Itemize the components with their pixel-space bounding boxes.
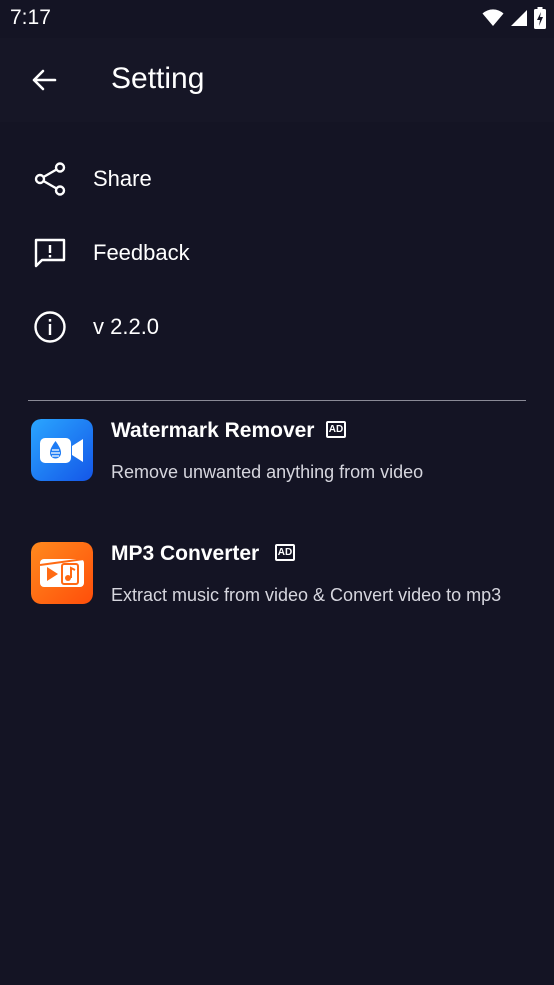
menu-item-label: Share <box>93 166 152 191</box>
promo-title: Watermark Remover <box>111 419 315 442</box>
back-button[interactable] <box>22 58 66 102</box>
page-title: Setting <box>111 62 205 95</box>
status-time: 7:17 <box>10 6 51 29</box>
promo-description: Extract music from video & Convert video… <box>111 585 502 605</box>
wifi-icon <box>482 9 504 26</box>
ad-badge: AD <box>275 544 295 561</box>
promo-description: Remove unwanted anything from video <box>111 462 424 482</box>
arrow-left-icon <box>32 69 57 91</box>
info-icon <box>31 308 69 346</box>
promo-title: MP3 Converter <box>111 542 260 565</box>
divider <box>28 400 526 401</box>
status-bar: 7:17 <box>0 0 554 38</box>
ad-badge: AD <box>326 421 346 438</box>
menu-item-version[interactable]: v 2.2.0 <box>0 294 554 360</box>
menu-item-label: Feedback <box>93 240 190 265</box>
share-icon <box>31 160 69 198</box>
feedback-icon <box>31 234 69 272</box>
app-bar: Setting <box>0 38 554 122</box>
watermark-remover-app-icon <box>31 419 93 481</box>
menu-item-feedback[interactable]: Feedback <box>0 220 554 286</box>
promo-watermark-remover[interactable]: Watermark Remover AD Remove unwanted any… <box>0 419 554 519</box>
promo-mp3-converter[interactable]: MP3 Converter AD Extract music from vide… <box>0 542 554 642</box>
cell-signal-icon <box>511 10 527 26</box>
status-icons <box>482 7 546 29</box>
battery-charging-icon <box>534 7 546 29</box>
mp3-converter-app-icon <box>31 542 93 604</box>
version-label: v 2.2.0 <box>93 314 160 339</box>
menu-item-share[interactable]: Share <box>0 146 554 212</box>
